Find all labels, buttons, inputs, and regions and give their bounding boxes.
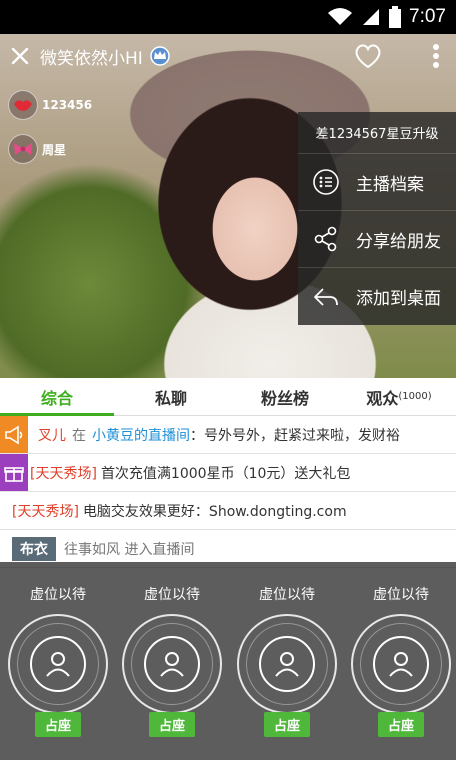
profile-icon (312, 168, 340, 196)
avatar-placeholder-icon (373, 636, 429, 692)
take-seat-button[interactable]: 占座 (263, 712, 310, 737)
anchor-name: 微笑依然小HI (40, 48, 143, 69)
menu-item-label: 主播档案 (356, 174, 424, 195)
seat-2: 虚位以待 占座 (118, 562, 226, 760)
chat-row: [天天秀场] 首次充值满1000星币（10元）送大礼包 (0, 454, 456, 492)
tab-label: 综合 (40, 388, 73, 408)
chat-user[interactable]: 叉儿 (38, 425, 66, 445)
tab-label: 粉丝榜 (260, 388, 309, 408)
take-seat-button[interactable]: 占座 (377, 712, 424, 737)
take-seat-button[interactable]: 占座 (34, 712, 81, 737)
avatar-placeholder-icon (30, 636, 86, 692)
seat-ring[interactable] (237, 614, 337, 714)
tab-audience[interactable]: 观众 (1000) (342, 378, 456, 415)
menu-item-label: 添加到桌面 (356, 289, 441, 309)
audience-count: (1000) (398, 391, 432, 402)
tab-label: 观众 (366, 388, 399, 408)
tab-bar: 综合 私聊 粉丝榜 观众 (1000) (0, 378, 456, 416)
chat-row: [天天秀场] 电脑交友效果更好：Show.dongting.com (0, 492, 456, 530)
top-bar: 微笑依然小HI (0, 34, 456, 78)
avatar-placeholder-icon (259, 636, 315, 692)
chat-tag: [天天秀场] (30, 465, 97, 482)
chat-message: 电脑交友效果更好：Show.dongting.com (82, 503, 347, 520)
chat-row: 叉儿 在 小黄豆的直播间 ：号外号外，赶紧过来啦，发财裕 (0, 416, 456, 454)
seat-panel: 虚位以待 占座 虚位以待 占座 虚位以待 占座 虚位以待 占座 (0, 562, 456, 760)
fans-count: 123456 (8, 90, 92, 120)
seat-label: 虚位以待 (30, 587, 86, 603)
heart-icon (355, 44, 381, 69)
tab-general[interactable]: 综合 (0, 378, 114, 416)
seat-label: 虚位以待 (259, 587, 315, 603)
chat-preposition: 在 (72, 427, 86, 444)
signal-icon (363, 9, 380, 25)
wifi-icon (328, 8, 353, 25)
level-badge: 布衣 (12, 536, 56, 561)
menu-item-share[interactable]: 分享给朋友 (298, 211, 456, 268)
menu-item-add-to-desktop[interactable]: 添加到桌面 (298, 268, 456, 325)
more-dot (433, 53, 439, 59)
close-icon (11, 47, 29, 65)
tab-fan-ranking[interactable]: 粉丝榜 (228, 378, 342, 415)
back-arrow-icon (312, 283, 340, 311)
chat-tag: [天天秀场] (12, 503, 79, 520)
lips-icon (8, 90, 38, 120)
room-title: 微笑依然小HI (40, 44, 171, 69)
seat-label: 虚位以待 (144, 587, 200, 603)
upgrade-hint: 差1234567星豆升级 (298, 112, 456, 154)
seat-4: 虚位以待 占座 (347, 562, 455, 760)
more-menu: 差1234567星豆升级 主播档案 分享给朋友 添加到桌面 (298, 112, 456, 325)
week-star-label: 周星 (42, 142, 67, 157)
avatar-placeholder-icon (144, 636, 200, 692)
seat-ring[interactable] (351, 614, 451, 714)
week-star: 周星 (8, 134, 66, 164)
chat-message: ：号外号外，赶紧过来啦，发财裕 (190, 427, 400, 444)
fans-value: 123456 (42, 98, 93, 112)
seat-ring[interactable] (122, 614, 222, 714)
battery-icon (389, 6, 402, 28)
seat-3: 虚位以待 占座 (233, 562, 341, 760)
clock: 7:07 (409, 6, 446, 27)
crown-badge-icon (150, 46, 170, 66)
menu-item-profile[interactable]: 主播档案 (298, 154, 456, 211)
bow-icon (8, 134, 38, 164)
tab-label: 私聊 (154, 388, 187, 408)
gift-icon (0, 454, 28, 491)
take-seat-button[interactable]: 占座 (148, 712, 195, 737)
more-menu-button[interactable] (430, 40, 442, 72)
status-bar: 7:07 (0, 0, 456, 34)
follow-button[interactable] (352, 40, 384, 72)
seat-label: 虚位以待 (373, 587, 429, 603)
close-button[interactable] (0, 34, 40, 78)
more-dot (433, 44, 439, 50)
chat-message: 首次充值满1000星币（10元）送大礼包 (100, 465, 351, 482)
chat-room-link[interactable]: 小黄豆的直播间 (92, 425, 190, 445)
tab-private-chat[interactable]: 私聊 (114, 378, 228, 415)
seat-ring[interactable] (8, 614, 108, 714)
menu-item-label: 分享给朋友 (356, 231, 441, 252)
megaphone-icon (0, 416, 28, 453)
chat-message: 往事如风 进入直播间 (64, 541, 195, 558)
more-dot (433, 62, 439, 68)
share-icon (312, 225, 340, 253)
seat-1: 虚位以待 占座 (4, 562, 112, 760)
live-stream-view[interactable]: 微笑依然小HI 123456 周星 差1234567星豆升级 主播档案 分享给朋… (0, 34, 456, 378)
